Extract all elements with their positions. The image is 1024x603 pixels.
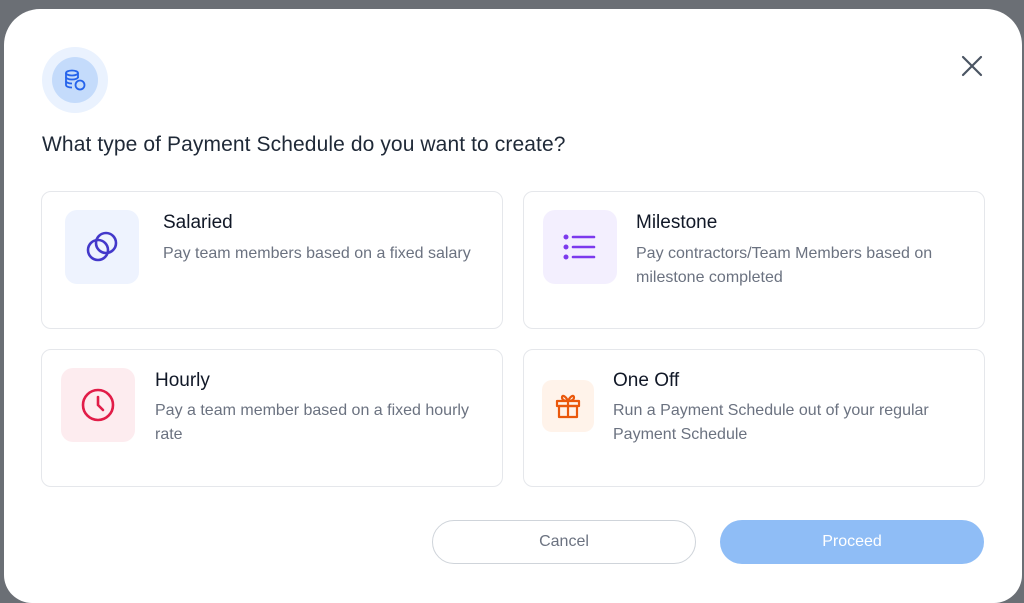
database-coin-icon xyxy=(52,57,98,103)
option-description: Run a Payment Schedule out of your regul… xyxy=(613,402,929,443)
option-card-one-off[interactable]: One Off Run a Payment Schedule out of yo… xyxy=(523,349,985,487)
option-card-milestone[interactable]: Milestone Pay contractors/Team Members b… xyxy=(523,191,985,329)
option-description: Pay a team member based on a fixed hourl… xyxy=(155,402,469,443)
proceed-button[interactable]: Proceed xyxy=(720,520,984,564)
close-button[interactable] xyxy=(957,51,987,81)
clock-icon xyxy=(61,368,135,442)
option-card-hourly[interactable]: Hourly Pay a team member based on a fixe… xyxy=(41,349,503,487)
header-badge xyxy=(42,47,108,113)
gift-icon xyxy=(542,380,594,432)
option-description: Pay team members based on a fixed salary xyxy=(163,245,471,262)
modal-title: What type of Payment Schedule do you wan… xyxy=(42,133,566,156)
option-title: Hourly xyxy=(155,370,210,391)
coins-circles-icon xyxy=(65,210,139,284)
option-title: Milestone xyxy=(636,212,718,233)
option-card-salaried[interactable]: Salaried Pay team members based on a fix… xyxy=(41,191,503,329)
option-title: One Off xyxy=(613,370,680,391)
option-title: Salaried xyxy=(163,212,233,233)
cancel-button[interactable]: Cancel xyxy=(432,520,696,564)
list-icon xyxy=(543,210,617,284)
option-description: Pay contractors/Team Members based on mi… xyxy=(636,245,933,286)
close-icon xyxy=(961,55,983,77)
payment-schedule-modal: What type of Payment Schedule do you wan… xyxy=(4,9,1022,603)
